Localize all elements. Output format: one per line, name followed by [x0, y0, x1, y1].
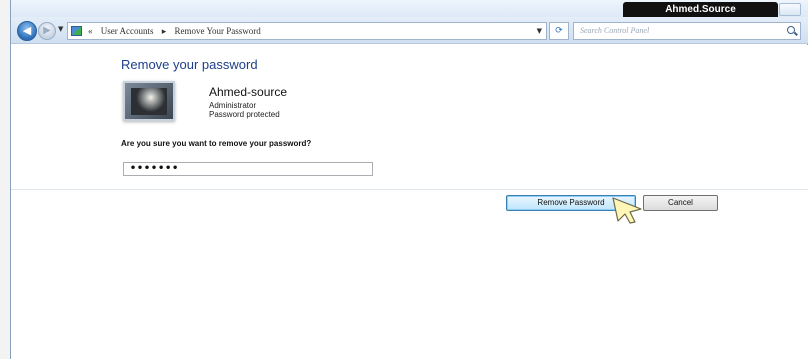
main-content: Remove your password Ahmed-source Admini…	[11, 45, 808, 190]
cancel-button[interactable]: Cancel	[643, 195, 718, 211]
avatar-image	[131, 88, 167, 115]
arrow-right-icon: ▶	[43, 25, 51, 36]
page-title: Remove your password	[121, 57, 258, 72]
forward-button[interactable]: ▶	[38, 22, 56, 40]
search-placeholder: Search Control Panel	[580, 26, 650, 35]
user-status: Password protected	[209, 110, 280, 119]
confirm-question: Are you sure you want to remove your pas…	[121, 139, 312, 148]
mouse-cursor-icon	[612, 197, 642, 224]
back-button[interactable]: ◀	[17, 21, 37, 41]
user-role: Administrator	[209, 101, 257, 110]
arrow-left-icon: ◀	[22, 24, 32, 37]
search-input[interactable]: Search Control Panel	[573, 22, 801, 40]
breadcrumb-remove-password[interactable]: Remove Your Password	[175, 26, 261, 36]
refresh-icon: ⟳	[555, 26, 563, 36]
address-bar[interactable]: « User Accounts ▸ Remove Your Password ▼	[67, 22, 547, 40]
action-bar: Remove Password Cancel	[11, 190, 808, 359]
recent-pages-dropdown[interactable]: ▼	[58, 25, 63, 33]
breadcrumb-user-accounts[interactable]: User Accounts	[101, 26, 154, 36]
control-panel-icon	[71, 26, 82, 36]
breadcrumb-overflow[interactable]: «	[88, 26, 93, 36]
user-badge: Ahmed.Source	[623, 2, 778, 18]
address-row: ◀ ▶ ▼ « User Accounts ▸ Remove Your Pass…	[11, 17, 808, 44]
breadcrumb: « User Accounts ▸ Remove Your Password	[88, 23, 267, 39]
address-dropdown-icon[interactable]: ▼	[537, 23, 542, 39]
breadcrumb-separator[interactable]: ▸	[162, 26, 167, 36]
search-icon[interactable]	[787, 26, 795, 34]
refresh-button[interactable]: ⟳	[549, 22, 569, 40]
title-bar: Ahmed.Source	[11, 0, 808, 18]
minimize-button[interactable]	[779, 3, 801, 16]
control-panel-window: Ahmed.Source ◀ ▶ ▼ « User Accounts ▸ Rem…	[10, 0, 808, 359]
password-field[interactable]: •••••••	[123, 162, 373, 176]
user-name: Ahmed-source	[209, 85, 288, 99]
user-avatar	[123, 81, 175, 121]
